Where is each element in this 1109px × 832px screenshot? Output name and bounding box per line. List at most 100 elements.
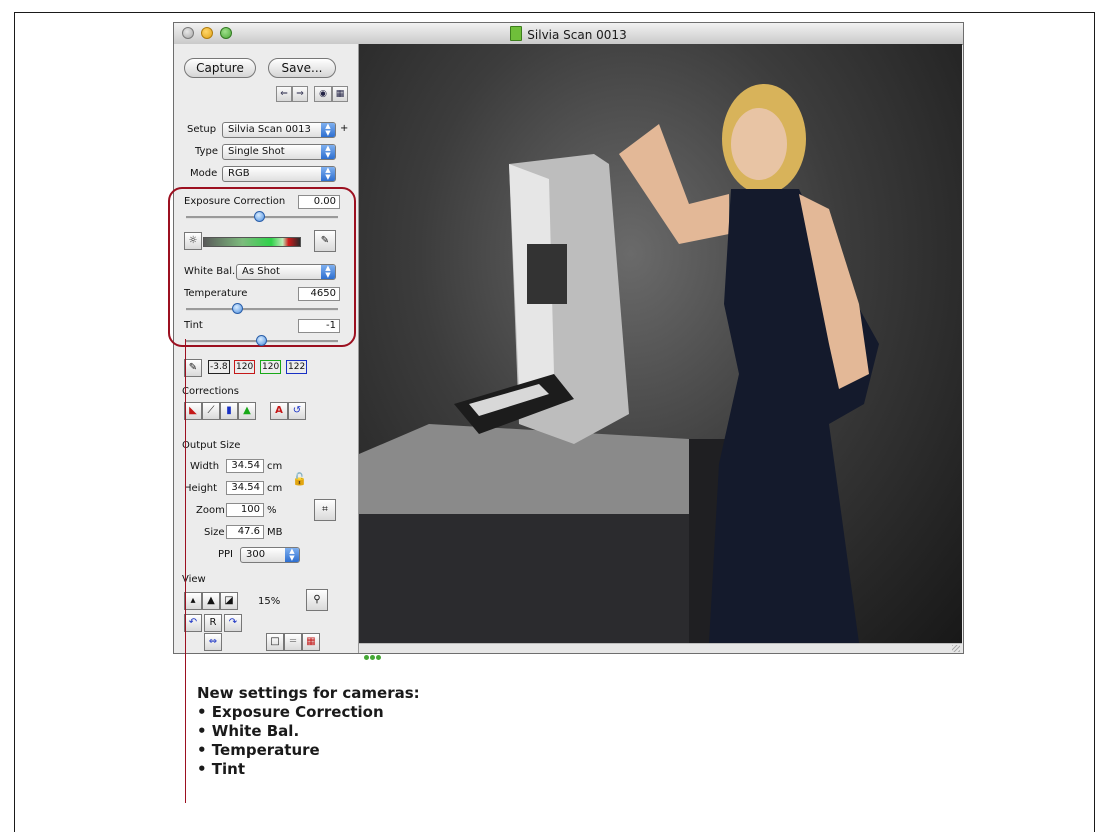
popup-arrow-icon: ▲ ▼: [321, 145, 335, 159]
status-bar: [359, 643, 962, 660]
size-field: 47.6: [226, 525, 264, 539]
callout-line: [185, 339, 186, 803]
next-arrow-icon[interactable]: ⇒: [292, 86, 308, 102]
ppi-value: 300: [246, 549, 266, 560]
white-bal-popup[interactable]: As Shot ▲ ▼: [236, 264, 336, 280]
width-unit: cm: [267, 461, 283, 472]
scanner-window: [527, 244, 567, 304]
view-image-icon[interactable]: ◪: [220, 592, 238, 610]
view-large-mountain-icon[interactable]: ▲: [202, 592, 220, 610]
density-value: -3.8: [208, 360, 230, 374]
caption-item: • White Bal.: [197, 722, 300, 740]
red-value: 120: [234, 360, 256, 374]
tint-field[interactable]: -1: [298, 319, 340, 333]
dress: [709, 189, 879, 643]
tint-label: Tint: [184, 320, 203, 331]
histogram-icon[interactable]: ◣: [184, 402, 202, 420]
white-bal-label: White Bal.: [184, 266, 236, 277]
output-size-label: Output Size: [182, 440, 241, 451]
sharpen-icon[interactable]: ▲: [238, 402, 256, 420]
view-small-mountain-icon[interactable]: ▴: [184, 592, 202, 610]
rotate-left-icon[interactable]: ↶: [184, 614, 202, 632]
preview-illustration: [359, 84, 879, 643]
setup-label: Setup: [187, 124, 217, 135]
guides-icon[interactable]: ═: [284, 633, 302, 651]
setup-popup[interactable]: Silvia Scan 0013 ▲ ▼: [222, 122, 336, 138]
popup-arrow-icon: ▲ ▼: [285, 548, 299, 562]
capture-button[interactable]: Capture: [184, 58, 256, 78]
type-popup[interactable]: Single Shot ▲ ▼: [222, 144, 336, 160]
frame-icon[interactable]: □: [266, 633, 284, 651]
curves-icon[interactable]: ⟋: [202, 402, 220, 420]
window-title-text: Silvia Scan 0013: [527, 28, 627, 42]
caption-heading: New settings for cameras:: [197, 684, 420, 702]
previous-arrow-icon[interactable]: ⇐: [276, 86, 292, 102]
density-eyedropper-icon[interactable]: ✎: [184, 359, 202, 377]
caption-item: • Exposure Correction: [197, 703, 384, 721]
rotate-right-icon[interactable]: ↷: [224, 614, 242, 632]
setup-value: Silvia Scan 0013: [228, 124, 311, 135]
setup-add-icon[interactable]: +: [340, 123, 348, 134]
eyedropper-icon[interactable]: ✎: [314, 230, 336, 252]
raised-arm: [619, 124, 729, 244]
auto-label: A: [275, 405, 283, 416]
white-bal-value: As Shot: [242, 266, 280, 277]
mode-popup[interactable]: RGB ▲ ▼: [222, 166, 336, 182]
ppi-popup[interactable]: 300 ▲ ▼: [240, 547, 300, 563]
table-top: [359, 424, 689, 514]
status-indicator-icon: [364, 645, 384, 660]
control-panel: Capture Save... ⇐ ⇒ ◉ ▦ Setup Silvia Sca…: [168, 44, 359, 653]
exposure-histogram-bar: [203, 237, 301, 247]
lock-icon[interactable]: 🔓: [292, 472, 307, 486]
auto-correction-icon[interactable]: A: [270, 402, 288, 420]
face: [731, 108, 787, 180]
eye-icon[interactable]: ◉: [314, 86, 332, 102]
flip-horizontal-icon[interactable]: ⇔: [204, 633, 222, 651]
height-label: Height: [184, 483, 218, 494]
zoom-label: Zoom: [196, 505, 225, 516]
popup-arrow-icon: ▲ ▼: [321, 265, 335, 279]
caption-item: • Tint: [197, 760, 246, 778]
color-balance-icon[interactable]: ▮: [220, 402, 238, 420]
resize-grip-icon[interactable]: [952, 645, 960, 652]
height-field[interactable]: 34.54: [226, 481, 264, 495]
tint-slider-knob[interactable]: [256, 335, 267, 346]
exposure-slider-knob[interactable]: [254, 211, 265, 222]
scan-window: Silvia Scan 0013 Capture Save... ⇐ ⇒ ◉ ▦…: [168, 22, 964, 660]
ppi-label: PPI: [218, 549, 234, 560]
view-zoom-level: 15%: [258, 596, 281, 607]
width-label: Width: [190, 461, 220, 472]
scan-preview-image[interactable]: [359, 44, 962, 643]
magnifier-icon[interactable]: ⚲: [306, 589, 328, 611]
brightness-icon[interactable]: ☼: [184, 232, 202, 250]
title-bar[interactable]: Silvia Scan 0013: [174, 23, 963, 45]
mode-value: RGB: [228, 168, 250, 179]
corrections-label: Corrections: [182, 386, 239, 397]
temperature-slider-knob[interactable]: [232, 303, 243, 314]
caption: New settings for cameras: • Exposure Cor…: [197, 684, 420, 779]
crop-icon[interactable]: ⌗: [314, 499, 336, 521]
reset-corrections-icon[interactable]: ↺: [288, 402, 306, 420]
save-button[interactable]: Save...: [268, 58, 336, 78]
temperature-slider-track[interactable]: [186, 308, 338, 311]
popup-arrow-icon: ▲ ▼: [321, 167, 335, 181]
width-field[interactable]: 34.54: [226, 459, 264, 473]
height-unit: cm: [267, 483, 283, 494]
type-label: Type: [195, 146, 218, 157]
caption-item: • Temperature: [197, 741, 320, 759]
exposure-correction-label: Exposure Correction: [184, 196, 286, 207]
exposure-correction-field[interactable]: 0.00: [298, 195, 340, 209]
blue-value: 122: [286, 360, 308, 374]
rotate-reset-button[interactable]: R: [204, 614, 222, 632]
zoom-field[interactable]: 100: [226, 503, 264, 517]
grid-icon[interactable]: ▦: [332, 86, 348, 102]
type-value: Single Shot: [228, 146, 285, 157]
temperature-field[interactable]: 4650: [298, 287, 340, 301]
mode-label: Mode: [190, 168, 218, 179]
green-value: 120: [260, 360, 282, 374]
document-icon: [510, 26, 523, 41]
popup-arrow-icon: ▲ ▼: [321, 123, 335, 137]
size-label: Size: [204, 527, 225, 538]
red-grid-icon[interactable]: ▦: [302, 633, 320, 651]
table-cabinet: [359, 514, 689, 643]
